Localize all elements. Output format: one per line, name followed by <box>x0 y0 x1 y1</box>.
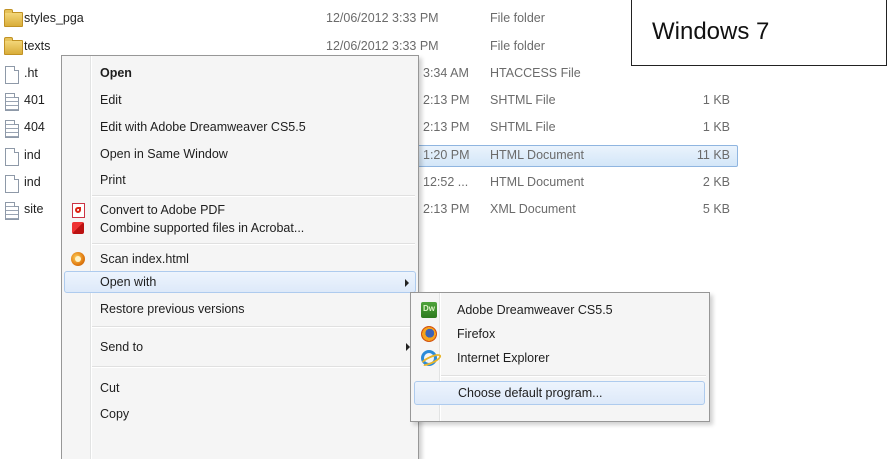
submenu-item-firefox[interactable]: Firefox <box>413 323 707 345</box>
file-type: SHTML File <box>490 93 556 107</box>
menu-separator <box>92 243 415 245</box>
xml-file-icon <box>5 202 19 220</box>
folder-icon <box>4 9 23 27</box>
file-date: 12:52 ... <box>423 175 469 189</box>
file-type: XML Document <box>490 202 576 216</box>
menu-item-label: Cut <box>100 381 120 395</box>
file-date: 12/06/2012 3:33 PM <box>326 11 439 25</box>
submenu-item-label: Adobe Dreamweaver CS5.5 <box>457 303 613 317</box>
file-icon <box>5 93 19 111</box>
acrobat-icon <box>72 222 84 234</box>
menu-item-label: Open in Same Window <box>100 147 228 161</box>
menu-item-label: Print <box>100 173 126 187</box>
file-type: File folder <box>490 11 545 25</box>
file-size: 5 KB <box>702 202 730 216</box>
menu-item-label: Copy <box>100 407 130 421</box>
menu-item-edit[interactable]: Edit <box>64 89 416 111</box>
menu-separator <box>92 195 415 197</box>
menu-item-label: Edit <box>100 93 122 107</box>
submenu-arrow-icon <box>405 279 409 287</box>
file-date: 2:13 PM <box>423 93 470 107</box>
file-type: HTACCESS File <box>490 66 581 80</box>
menu-item-open-with[interactable]: Open with <box>64 271 416 293</box>
os-label-text: Windows 7 <box>652 18 770 45</box>
file-name: site <box>24 202 44 216</box>
folder-icon <box>4 37 23 55</box>
firefox-icon <box>421 326 437 342</box>
file-name: 404 <box>24 120 45 134</box>
file-size: 11 KB <box>696 148 730 162</box>
menu-item-label: Send to <box>100 340 144 354</box>
menu-item-label: Convert to Adobe PDF <box>100 203 226 217</box>
submenu-item-choose-default[interactable]: Choose default program... <box>414 381 705 405</box>
menu-item-copy[interactable]: Copy <box>64 403 416 425</box>
file-date: 2:13 PM <box>423 120 470 134</box>
pdf-icon <box>72 203 85 218</box>
dreamweaver-icon <box>421 302 437 318</box>
file-type: HTML Document <box>490 148 585 162</box>
menu-item-label: Edit with Adobe Dreamweaver CS5.5 <box>100 120 306 134</box>
menu-separator <box>92 366 415 368</box>
file-date: 2:13 PM <box>423 202 470 216</box>
menu-item-send-to[interactable]: Send to <box>64 336 416 358</box>
file-name: styles_pga <box>24 11 84 25</box>
file-name: 401 <box>24 93 45 107</box>
context-menu: Open Edit Edit with Adobe Dreamweaver CS… <box>61 55 419 459</box>
menu-item-open[interactable]: Open <box>64 62 416 84</box>
file-type: File folder <box>490 39 545 53</box>
file-date: 1:20 PM <box>423 148 470 162</box>
menu-item-label: Restore previous versions <box>100 302 245 316</box>
antivirus-scan-icon <box>71 252 85 266</box>
file-size: 1 KB <box>702 93 730 107</box>
file-icon <box>5 175 19 193</box>
menu-item-restore-versions[interactable]: Restore previous versions <box>64 298 416 320</box>
file-name: ind <box>24 175 41 189</box>
menu-separator <box>92 326 415 328</box>
internet-explorer-icon <box>421 350 437 366</box>
os-label-box: Windows 7 <box>631 0 887 66</box>
menu-item-combine-acrobat[interactable]: Combine supported files in Acrobat... <box>64 217 416 239</box>
menu-item-label: Open with <box>100 275 157 289</box>
submenu-item-label: Internet Explorer <box>457 351 550 365</box>
file-icon <box>5 66 19 84</box>
file-size: 2 KB <box>702 175 730 189</box>
menu-item-open-same-window[interactable]: Open in Same Window <box>64 143 416 165</box>
file-name: ind <box>24 148 41 162</box>
submenu-item-label: Choose default program... <box>458 386 603 400</box>
menu-item-scan[interactable]: Scan index.html <box>64 248 416 270</box>
menu-item-edit-dreamweaver[interactable]: Edit with Adobe Dreamweaver CS5.5 <box>64 116 416 138</box>
file-date: 12/06/2012 3:33 PM <box>326 39 439 53</box>
file-name: texts <box>24 39 51 53</box>
file-size: 1 KB <box>702 120 730 134</box>
menu-item-cut[interactable]: Cut <box>64 377 416 399</box>
file-name: .ht <box>24 66 38 80</box>
open-with-submenu: Adobe Dreamweaver CS5.5 Firefox Internet… <box>410 292 710 422</box>
file-type: HTML Document <box>490 175 585 189</box>
menu-item-print[interactable]: Print <box>64 169 416 191</box>
menu-item-label: Open <box>100 66 132 80</box>
menu-separator <box>441 375 706 377</box>
file-icon <box>5 148 19 166</box>
menu-item-label: Combine supported files in Acrobat... <box>100 221 305 235</box>
file-type: SHTML File <box>490 120 556 134</box>
submenu-item-dreamweaver[interactable]: Adobe Dreamweaver CS5.5 <box>413 299 707 321</box>
submenu-item-label: Firefox <box>457 327 496 341</box>
file-icon <box>5 120 19 138</box>
menu-item-label: Scan index.html <box>100 252 189 266</box>
file-date: 3:34 AM <box>423 66 469 80</box>
submenu-item-internet-explorer[interactable]: Internet Explorer <box>413 347 707 369</box>
